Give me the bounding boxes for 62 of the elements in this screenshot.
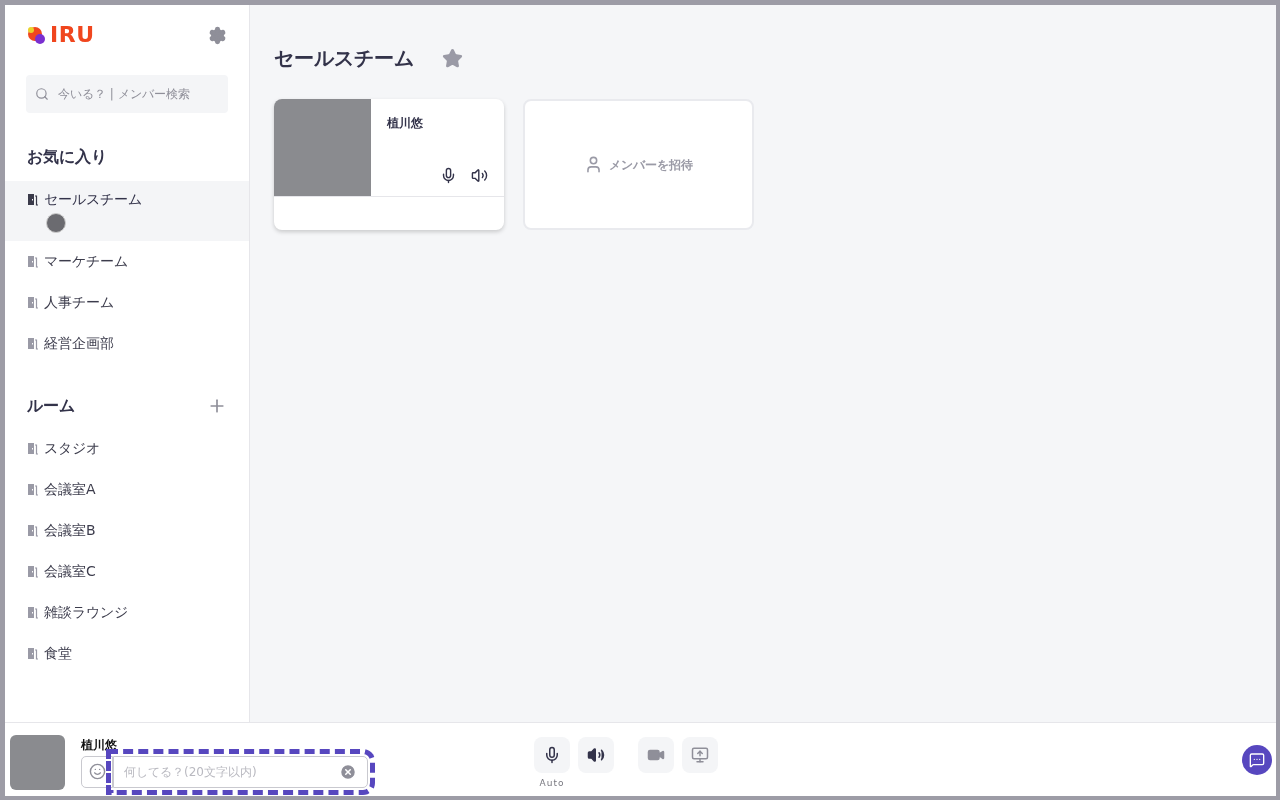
- door-icon: [27, 524, 38, 537]
- door-icon: [27, 193, 38, 206]
- page-title: セールスチーム: [274, 45, 414, 72]
- sidebar-item[interactable]: 食堂: [5, 633, 249, 674]
- sidebar-item[interactable]: マーケチーム: [5, 241, 249, 282]
- sidebar-item[interactable]: スタジオ: [5, 428, 249, 469]
- member-card[interactable]: 植川悠: [274, 99, 504, 230]
- speaker-icon: [471, 167, 488, 184]
- user-photo-placeholder: [10, 735, 65, 790]
- chat-button[interactable]: [1242, 744, 1272, 775]
- room-name: スタジオ: [44, 439, 100, 458]
- invite-label: メンバーを招待: [609, 156, 693, 174]
- sidebar-item[interactable]: 人事チーム: [5, 282, 249, 323]
- room-name: 会議室A: [44, 480, 96, 499]
- room-name: マーケチーム: [44, 252, 128, 271]
- logo-text: IRU: [50, 24, 95, 46]
- smiley-icon: [88, 763, 106, 780]
- room-name: 食堂: [44, 644, 72, 663]
- speaker-icon: [587, 745, 605, 764]
- person-icon: [584, 155, 603, 174]
- member-avatar: [46, 213, 66, 233]
- search-box[interactable]: 今いる？ | メンバー検索: [26, 75, 228, 113]
- settings-icon[interactable]: [208, 25, 227, 45]
- clear-icon[interactable]: [339, 762, 357, 781]
- sidebar-item[interactable]: セールスチーム: [5, 181, 249, 241]
- star-icon[interactable]: [442, 47, 463, 69]
- room-name: 人事チーム: [44, 293, 114, 312]
- screen-share-button[interactable]: [682, 736, 718, 773]
- room-name: 会議室C: [44, 562, 96, 581]
- room-name: 経営企画部: [44, 334, 114, 353]
- room-name: 雑談ラウンジ: [44, 603, 128, 622]
- room-name: 会議室B: [44, 521, 96, 540]
- sidebar-item[interactable]: 会議室B: [5, 510, 249, 551]
- search-icon: [35, 87, 49, 101]
- section-title: ルーム: [27, 395, 75, 417]
- door-icon: [27, 255, 38, 268]
- door-icon: [27, 337, 38, 350]
- sidebar-item[interactable]: 会議室A: [5, 469, 249, 510]
- door-icon: [27, 296, 38, 309]
- member-name: 植川悠: [387, 115, 424, 132]
- door-icon: [27, 565, 38, 578]
- room-name: セールスチーム: [44, 190, 142, 209]
- microphone-button[interactable]: [534, 736, 570, 773]
- search-field[interactable]: 今いる？ | メンバー検索: [58, 85, 219, 103]
- chat-icon: [1249, 751, 1265, 768]
- speaker-button[interactable]: [578, 736, 614, 773]
- microphone-icon: [543, 745, 561, 764]
- sidebar-item[interactable]: 雑談ラウンジ: [5, 592, 249, 633]
- door-icon: [27, 606, 38, 619]
- section-title: お気に入り: [26, 146, 108, 168]
- camera-button[interactable]: [638, 736, 674, 773]
- screen-share-icon: [691, 745, 709, 764]
- mic-mode-label: Auto: [539, 776, 565, 790]
- sidebar-item[interactable]: 会議室C: [5, 551, 249, 592]
- door-icon: [27, 483, 38, 496]
- door-icon: [27, 442, 38, 455]
- emoji-button[interactable]: [81, 755, 113, 788]
- microphone-icon: [440, 167, 457, 184]
- status-input[interactable]: 何してる？(20文字以内): [124, 762, 339, 781]
- logo-icon: [27, 25, 47, 45]
- door-icon: [27, 647, 38, 660]
- sidebar-item[interactable]: 経営企画部: [5, 323, 249, 364]
